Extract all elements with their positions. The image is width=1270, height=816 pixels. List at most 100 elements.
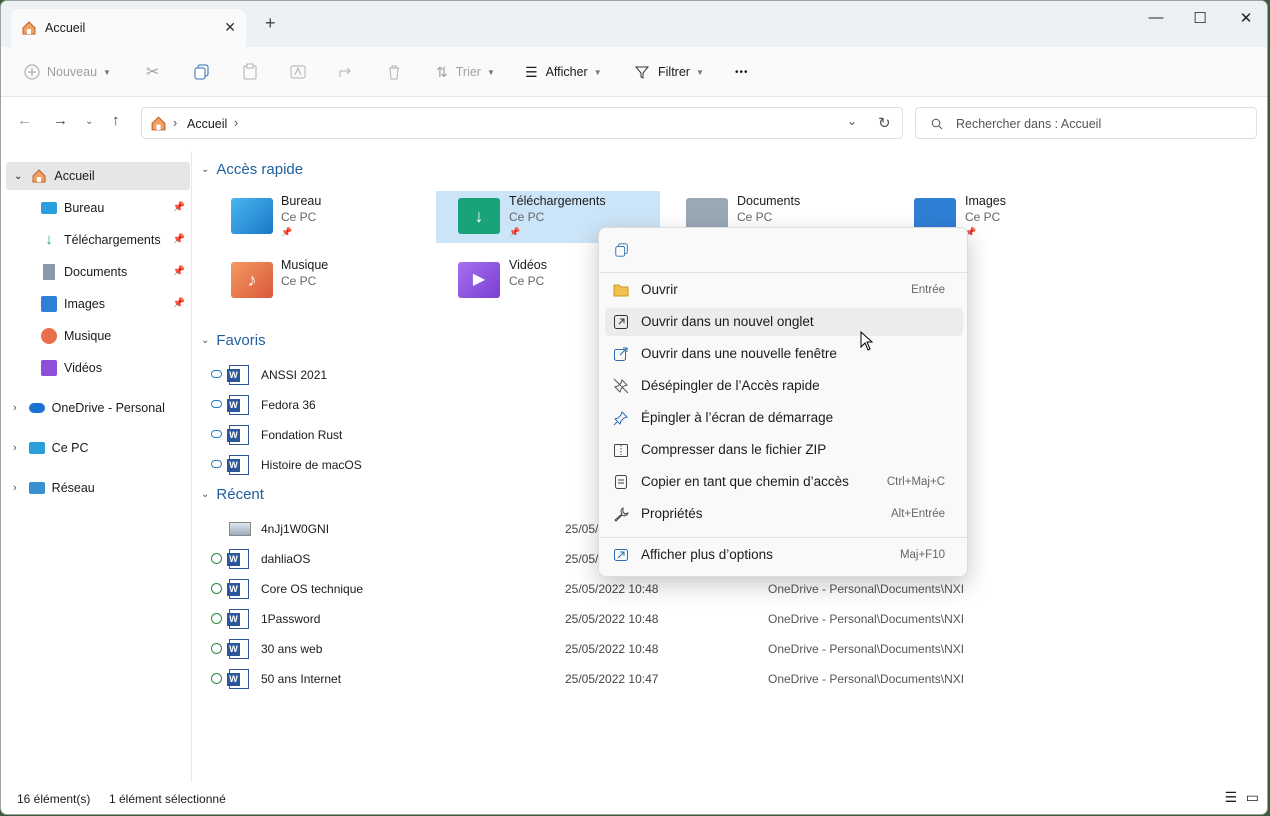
sidebar-item-onedrive[interactable]: › OneDrive - Personal <box>1 394 189 422</box>
sidebar-item-telechargements[interactable]: ↓ Téléchargements 📌 <box>1 226 189 254</box>
recent-date: 25/05/2022 10:48 <box>565 612 659 626</box>
chevron-down-icon[interactable]: ⌄ <box>201 335 209 346</box>
chevron-down-icon[interactable]: ⌄ <box>201 164 209 175</box>
details-view-icon[interactable]: ☰ <box>1224 789 1237 806</box>
new-button[interactable]: Nouveau ▼ <box>23 61 111 83</box>
recent-row[interactable]: W 50 ans Internet 25/05/2022 10:47 OneDrive… <box>207 665 1207 693</box>
copy-path-icon <box>613 474 629 490</box>
pin-icon: 📌 <box>172 298 185 309</box>
search-input[interactable]: Rechercher dans : Accueil <box>915 107 1257 139</box>
menu-item-epingler-a-l-ecran-de-demarrage[interactable]: Épingler à l’écran de démarrage <box>605 404 963 432</box>
menu-item-label: Copier en tant que chemin d’accès <box>641 474 849 489</box>
minimize-button[interactable]: — <box>1141 9 1171 26</box>
explorer-window: Accueil ✕ + — ☐ ✕ Nouveau ▼ ✂ ⇅ Trier ▼ ☰ … <box>0 0 1268 815</box>
tab-close-icon[interactable]: ✕ <box>224 19 236 36</box>
recent-row[interactable]: W 30 ans web 25/05/2022 10:48 OneDrive - Pe… <box>207 635 1207 663</box>
recent-name: 30 ans web <box>261 642 323 656</box>
section-recent[interactable]: ⌄ Récent <box>201 486 264 503</box>
sidebar-item-reseau[interactable]: › Réseau <box>1 474 189 502</box>
sidebar-item-accueil[interactable]: ⌄ Accueil <box>6 162 190 190</box>
forward-icon[interactable]: → <box>53 112 68 129</box>
rename-icon[interactable] <box>289 61 307 83</box>
sidebar-item-bureau[interactable]: Bureau 📌 <box>1 194 189 222</box>
chevron-down-icon[interactable]: ⌄ <box>14 171 22 182</box>
quick-access-bureau[interactable]: Bureau Ce PC 📌 <box>193 191 417 243</box>
copy-icon[interactable] <box>614 242 630 258</box>
chevron-down-icon[interactable]: ⌄ <box>201 489 209 500</box>
recent-row[interactable]: W 1Password 25/05/2022 10:48 OneDrive - Per… <box>207 605 1207 633</box>
synced-icon <box>211 583 222 594</box>
quick-access-musique[interactable]: ♪ Musique Ce PC <box>193 255 417 307</box>
share-icon[interactable] <box>337 61 355 83</box>
menu-item-shortcut: Entrée <box>911 284 945 296</box>
section-favorites[interactable]: ⌄ Favoris <box>201 332 266 349</box>
delete-icon[interactable] <box>385 61 403 83</box>
menu-item-afficher-plus-d-options[interactable]: Afficher plus d’options Maj+F10 <box>605 541 963 569</box>
synced-icon <box>211 673 222 684</box>
sidebar-item-label: Réseau <box>51 481 95 495</box>
more-button[interactable]: ••• <box>735 61 749 83</box>
sidebar-item-musique[interactable]: Musique <box>1 322 189 350</box>
sidebar-item-documents[interactable]: Documents 📌 <box>1 258 189 286</box>
menu-item-label: Désépingler de l’Accès rapide <box>641 378 820 393</box>
sidebar-item-label: Téléchargements <box>64 233 161 247</box>
pin-icon: 📌 <box>281 227 293 237</box>
menu-item-ouvrir-dans-un-nouvel-onglet[interactable]: Ouvrir dans un nouvel onglet <box>605 308 963 336</box>
filter-button[interactable]: Filtrer ▼ <box>634 61 704 83</box>
menu-item-proprietes[interactable]: Propriétés Alt+Entrée <box>605 500 963 528</box>
sort-button[interactable]: ⇅ Trier ▼ <box>436 61 495 83</box>
recent-name: 1Password <box>261 612 321 626</box>
sidebar-item-ce-pc[interactable]: › Ce PC <box>1 434 189 462</box>
download-folder-icon: ↓ <box>458 198 500 234</box>
paste-icon[interactable] <box>241 61 259 83</box>
search-placeholder: Rechercher dans : Accueil <box>956 117 1102 131</box>
menu-item-ouvrir-dans-une-nouvelle-fenetre[interactable]: Ouvrir dans une nouvelle fenêtre <box>605 340 963 368</box>
tab-accueil[interactable]: Accueil ✕ <box>11 9 246 47</box>
back-icon[interactable]: ← <box>17 112 32 129</box>
section-quick-access[interactable]: ⌄ Accès rapide <box>201 161 303 178</box>
sidebar-item-label: Musique <box>64 329 112 343</box>
image-file-icon <box>229 522 251 536</box>
recent-locations-icon[interactable]: ⌄ <box>85 116 93 127</box>
recent-name: 50 ans Internet <box>261 672 342 686</box>
cloud-icon <box>211 430 222 438</box>
tiles-view-icon[interactable]: ▭ <box>1246 789 1259 806</box>
tab-title: Accueil <box>45 21 86 35</box>
address-bar[interactable]: › Accueil › ⌄ ↻ <box>141 107 903 139</box>
close-window-button[interactable]: ✕ <box>1231 9 1261 27</box>
status-bar: 16 élément(s) 1 élément sélectionné ☰ ▭ <box>1 784 1267 814</box>
sidebar-item-images[interactable]: Images 📌 <box>1 290 189 318</box>
recent-date: 25/05/2022 10:48 <box>565 642 659 656</box>
recent-path: OneDrive - Personal\Documents\NXI <box>768 612 965 626</box>
copy-icon[interactable] <box>193 61 211 83</box>
new-tab-button[interactable]: + <box>265 13 276 34</box>
sidebar-item-videos[interactable]: Vidéos <box>1 354 189 382</box>
view-button[interactable]: ☰ Afficher ▼ <box>525 61 602 83</box>
chevron-right-icon[interactable]: › <box>13 402 17 414</box>
pin-icon: 📌 <box>172 234 185 245</box>
cut-icon[interactable]: ✂ <box>146 61 159 83</box>
up-icon[interactable]: ↑ <box>112 112 120 129</box>
breadcrumb-accueil[interactable]: Accueil <box>187 117 227 131</box>
item-name: Téléchargements <box>509 194 606 208</box>
word-document-icon: W <box>227 669 249 689</box>
chevron-right-icon[interactable]: › <box>13 442 17 454</box>
maximize-button[interactable]: ☐ <box>1185 9 1215 27</box>
menu-item-copier-en-tant-que-chemin-d-acces[interactable]: Copier en tant que chemin d’accès Ctrl+Ma… <box>605 468 963 496</box>
menu-item-ouvrir[interactable]: Ouvrir Entrée <box>605 276 963 304</box>
address-dropdown-icon[interactable]: ⌄ <box>847 114 857 128</box>
recent-row[interactable]: W Core OS technique 25/05/2022 10:48 OneDri… <box>207 575 1207 603</box>
recent-name: 4nJj1W0GNI <box>261 522 330 536</box>
recent-name: Core OS technique <box>261 582 364 596</box>
menu-item-compresser-dans-le-fichier-zip[interactable]: Compresser dans le fichier ZIP <box>605 436 963 464</box>
breadcrumb-separator[interactable]: › <box>173 116 177 130</box>
wrench-icon <box>613 506 629 522</box>
menu-item-desepingler-de-l-acces-rapide[interactable]: Désépingler de l’Accès rapide <box>605 372 963 400</box>
breadcrumb-separator[interactable]: › <box>234 116 238 130</box>
refresh-icon[interactable]: ↻ <box>878 114 891 132</box>
sort-icon: ⇅ <box>436 63 448 80</box>
images-icon <box>41 296 57 312</box>
sidebar-item-label: Documents <box>64 265 128 279</box>
chevron-right-icon[interactable]: › <box>13 482 17 494</box>
view-label: Afficher <box>545 65 588 79</box>
